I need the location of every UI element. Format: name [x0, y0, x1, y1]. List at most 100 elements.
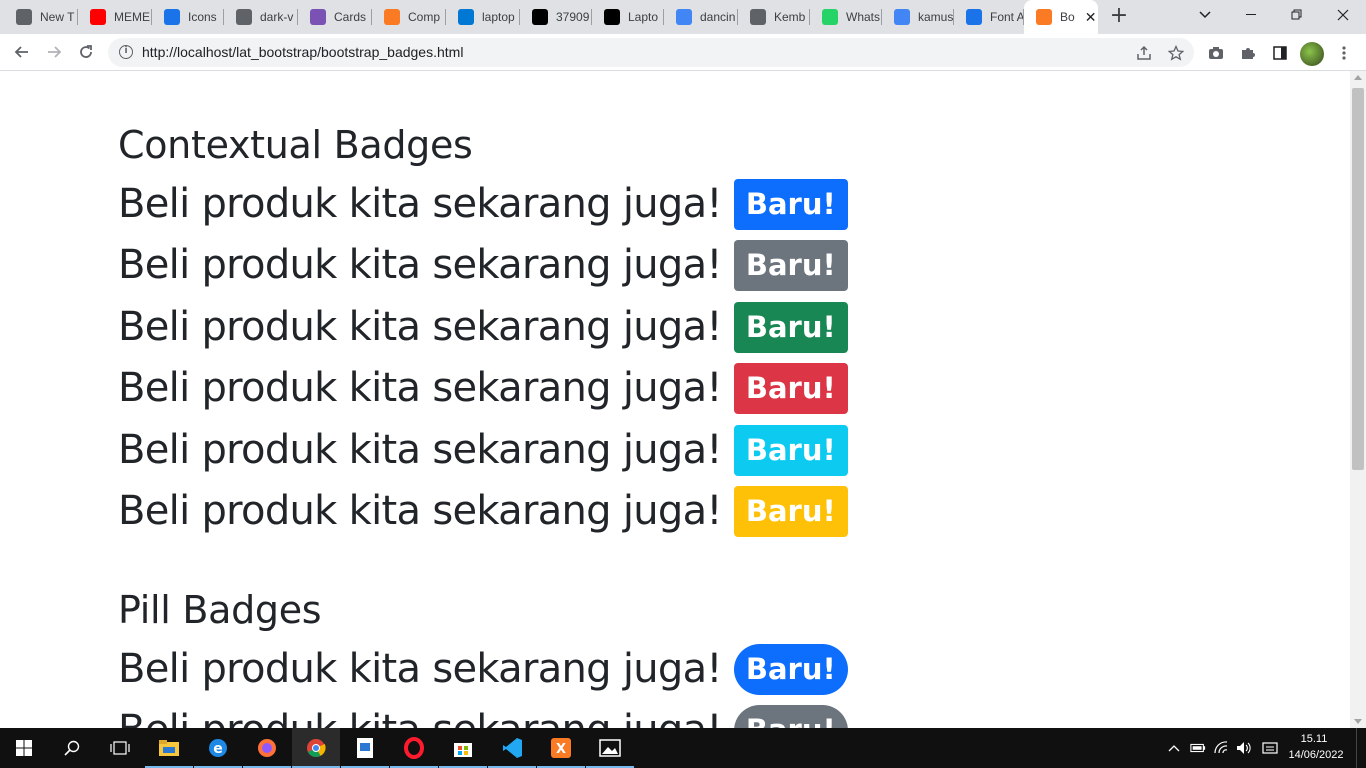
fm-icon	[604, 9, 620, 25]
start-button[interactable]	[0, 728, 48, 768]
taskbar-app-notepad[interactable]	[341, 728, 389, 768]
taskbar-app-vscode[interactable]	[488, 728, 536, 768]
tab-label: 37909	[556, 10, 590, 24]
wifi-icon[interactable]	[1214, 740, 1230, 756]
chrome-icon	[305, 737, 327, 759]
tab-search-button[interactable]	[1182, 0, 1228, 30]
promo-text: Beli produk kita sekarang juga!	[118, 488, 722, 534]
browser-tab[interactable]: MEME	[78, 0, 152, 34]
browser-tab[interactable]: Cards	[298, 0, 372, 34]
browser-tab[interactable]: laptop	[446, 0, 520, 34]
tab-label: dancin	[700, 10, 736, 24]
arrow-left-icon	[14, 46, 28, 58]
promo-text: Beli produk kita sekarang juga!	[118, 427, 722, 473]
search-button[interactable]	[48, 728, 96, 768]
browser-tab[interactable]: Lapto	[592, 0, 664, 34]
edge-icon: e	[207, 737, 229, 759]
site-info-icon[interactable]: i	[119, 45, 133, 59]
taskbar-app-firefox[interactable]	[243, 728, 291, 768]
new-tab-button[interactable]: +	[1106, 5, 1132, 29]
tray-chevron-up-icon[interactable]	[1166, 740, 1182, 756]
side-panel-icon[interactable]	[1269, 42, 1291, 64]
task-view-button[interactable]	[96, 728, 144, 768]
scroll-up-arrow[interactable]	[1354, 75, 1362, 80]
clock-date[interactable]: 14/06/2022	[1285, 749, 1347, 761]
badge-secondary: Baru!	[733, 239, 848, 291]
close-tab-icon[interactable]: ✕	[1085, 9, 1097, 26]
browser-tab[interactable]: Kemb	[738, 0, 810, 34]
reload-button[interactable]	[72, 38, 100, 66]
tab-label: kamus	[918, 10, 954, 24]
bookmark-star-icon[interactable]	[1166, 43, 1186, 63]
screen: New T MEME Icons dark-v Cards Comp laptop 37909…	[0, 0, 1366, 768]
browser-tab[interactable]: New T	[4, 0, 78, 34]
browser-tab[interactable]: Icons	[152, 0, 224, 34]
taskbar-app-store[interactable]	[439, 728, 487, 768]
tab-label: laptop	[482, 10, 515, 24]
taskbar-app-file-explorer[interactable]	[145, 728, 193, 768]
tab-strip: New T MEME Icons dark-v Cards Comp laptop 37909…	[0, 0, 1366, 34]
windows-taskbar: e X 15.11 14/06/2022	[0, 728, 1366, 768]
promo-row: Beli produk kita sekarang juga!Baru!	[118, 643, 848, 695]
promo-text: Beli produk kita sekarang juga!	[118, 304, 722, 350]
google-icon	[676, 9, 692, 25]
vertical-scrollbar[interactable]	[1350, 71, 1366, 728]
bootstrap-icon	[310, 9, 326, 25]
browser-toolbar: i http://localhost/lat_bootstrap/bootstr…	[0, 34, 1366, 71]
promo-row: Beli produk kita sekarang juga!Baru!	[118, 704, 848, 728]
flag-icon	[164, 9, 180, 25]
promo-text: Beli produk kita sekarang juga!	[118, 242, 722, 288]
forward-button[interactable]	[40, 38, 68, 66]
browser-tab[interactable]: dark-v	[224, 0, 298, 34]
promo-text: Beli produk kita sekarang juga!	[118, 181, 722, 227]
volume-icon[interactable]	[1236, 740, 1252, 756]
camera-icon[interactable]	[1205, 42, 1227, 64]
taskbar-app-chrome[interactable]	[292, 728, 340, 768]
browser-tab[interactable]: 37909	[520, 0, 592, 34]
arrow-right-icon	[48, 46, 62, 58]
tab-label: Whats	[846, 10, 881, 24]
url-text[interactable]: http://localhost/lat_bootstrap/bootstrap…	[142, 44, 463, 60]
promo-row: Beli produk kita sekarang juga!Baru!	[118, 362, 848, 414]
close-window-button[interactable]	[1320, 0, 1366, 30]
scroll-thumb[interactable]	[1352, 88, 1364, 470]
taskbar-app-photos[interactable]	[586, 728, 634, 768]
opera-icon	[403, 737, 425, 759]
browser-tab[interactable]: Comp	[372, 0, 446, 34]
firefox-icon	[256, 737, 278, 759]
page-viewport: Contextual Badges Beli produk kita sekara…	[0, 71, 1350, 728]
browser-tab[interactable]: dancin	[664, 0, 738, 34]
extensions-puzzle-icon[interactable]	[1237, 42, 1259, 64]
section-heading: Contextual Badges	[118, 123, 473, 167]
browser-tab[interactable]: Bo ✕	[1024, 0, 1098, 34]
promo-row: Beli produk kita sekarang juga!Baru!	[118, 301, 848, 353]
profile-avatar[interactable]	[1300, 42, 1324, 66]
taskbar-app-opera[interactable]	[390, 728, 438, 768]
battery-icon[interactable]	[1190, 740, 1206, 756]
promo-row: Beli produk kita sekarang juga!Baru!	[118, 424, 848, 476]
back-button[interactable]	[8, 38, 36, 66]
svg-text:X: X	[556, 742, 566, 757]
minimize-icon	[1246, 14, 1256, 15]
address-bar[interactable]: i http://localhost/lat_bootstrap/bootstr…	[108, 38, 1194, 67]
share-icon[interactable]	[1134, 43, 1154, 63]
taskbar-app-edge[interactable]: e	[194, 728, 242, 768]
promo-text: Beli produk kita sekarang juga!	[118, 365, 722, 411]
show-desktop-button[interactable]	[1356, 728, 1366, 768]
vscode-icon	[501, 737, 523, 759]
scroll-down-arrow[interactable]	[1354, 719, 1362, 724]
browser-tab[interactable]: Font A	[954, 0, 1024, 34]
taskbar-app-xampp[interactable]: X	[537, 728, 585, 768]
badge-primary: Baru!	[733, 178, 848, 230]
restore-button[interactable]	[1274, 0, 1320, 30]
tab-label: Icons	[188, 10, 217, 24]
browser-tab[interactable]: kamus	[882, 0, 954, 34]
more-menu-icon[interactable]	[1333, 42, 1355, 64]
reload-icon	[80, 45, 92, 58]
browser-tab[interactable]: Whats	[810, 0, 882, 34]
ime-keyboard-icon[interactable]	[1262, 740, 1278, 756]
clock-time[interactable]: 15.11	[1288, 733, 1340, 745]
minimize-button[interactable]	[1228, 0, 1274, 30]
restore-icon	[1291, 9, 1302, 20]
section-heading: Pill Badges	[118, 588, 322, 632]
